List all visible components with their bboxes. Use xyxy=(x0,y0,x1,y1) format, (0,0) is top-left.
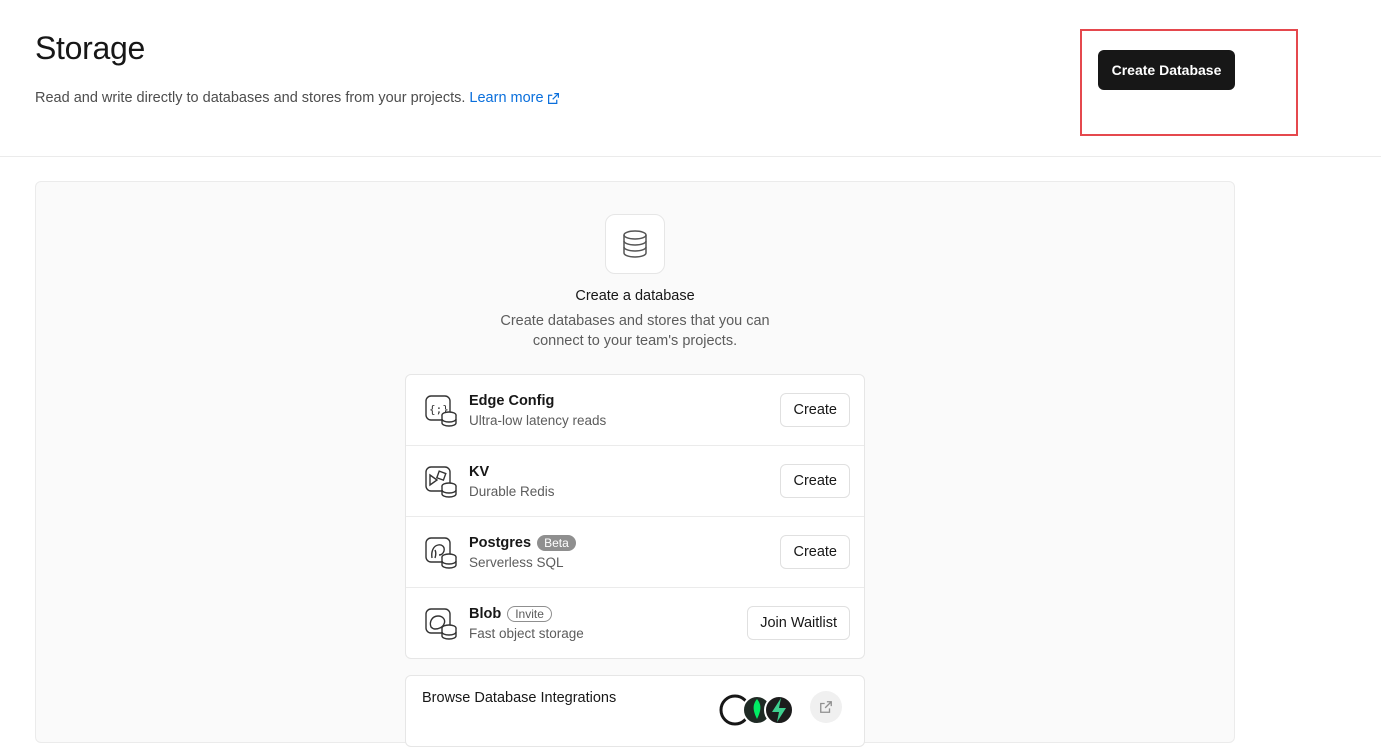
storage-empty-panel: Create a database Create databases and s… xyxy=(35,181,1235,747)
external-link-icon xyxy=(820,701,832,713)
list-item-edge-config: {;} Edge Config Ultra-low latency reads … xyxy=(406,375,864,446)
integration-logos xyxy=(719,694,794,726)
beta-badge: Beta xyxy=(537,535,576,551)
database-icon xyxy=(623,230,647,258)
browse-integrations-card[interactable]: Browse Database Integrations xyxy=(405,675,865,747)
row-subtitle: Serverless SQL xyxy=(469,555,564,570)
create-postgres-button[interactable]: Create xyxy=(780,535,850,569)
row-name: Postgres Beta xyxy=(469,535,576,551)
list-item-postgres: Postgres Beta Serverless SQL Create xyxy=(406,517,864,588)
join-waitlist-button[interactable]: Join Waitlist xyxy=(747,606,850,640)
blob-icon xyxy=(425,608,457,640)
page-header: Storage Read and write directly to datab… xyxy=(0,0,1381,157)
page-subtitle: Read and write directly to databases and… xyxy=(35,90,560,106)
empty-state-title: Create a database xyxy=(575,288,695,304)
row-name: Blob Invite xyxy=(469,606,552,622)
external-link-icon xyxy=(547,92,559,104)
invite-badge: Invite xyxy=(507,606,552,622)
row-subtitle: Ultra-low latency reads xyxy=(469,413,607,428)
database-type-list: {;} Edge Config Ultra-low latency reads … xyxy=(405,374,865,659)
page-title: Storage xyxy=(35,30,145,66)
list-item-blob: Blob Invite Fast object storage Join Wai… xyxy=(406,588,864,658)
create-kv-button[interactable]: Create xyxy=(780,464,850,498)
row-name: Edge Config xyxy=(469,393,555,409)
kv-icon xyxy=(425,466,457,498)
row-name: KV xyxy=(469,464,490,480)
learn-more-label: Learn more xyxy=(469,90,544,106)
postgres-icon xyxy=(425,537,457,569)
create-database-button[interactable]: Create Database xyxy=(1098,50,1235,90)
external-link-button[interactable] xyxy=(810,691,842,723)
database-icon-container xyxy=(605,214,665,274)
list-item-kv: KV Durable Redis Create xyxy=(406,446,864,517)
create-edge-config-button[interactable]: Create xyxy=(780,393,850,427)
integrations-title: Browse Database Integrations xyxy=(422,690,617,706)
empty-state-description: Create databases and stores that you can… xyxy=(500,313,770,349)
row-subtitle: Durable Redis xyxy=(469,484,555,499)
subtitle-text: Read and write directly to databases and… xyxy=(35,90,466,106)
edge-config-icon: {;} xyxy=(425,395,457,427)
learn-more-link[interactable]: Learn more xyxy=(469,90,559,106)
row-subtitle: Fast object storage xyxy=(469,626,584,641)
